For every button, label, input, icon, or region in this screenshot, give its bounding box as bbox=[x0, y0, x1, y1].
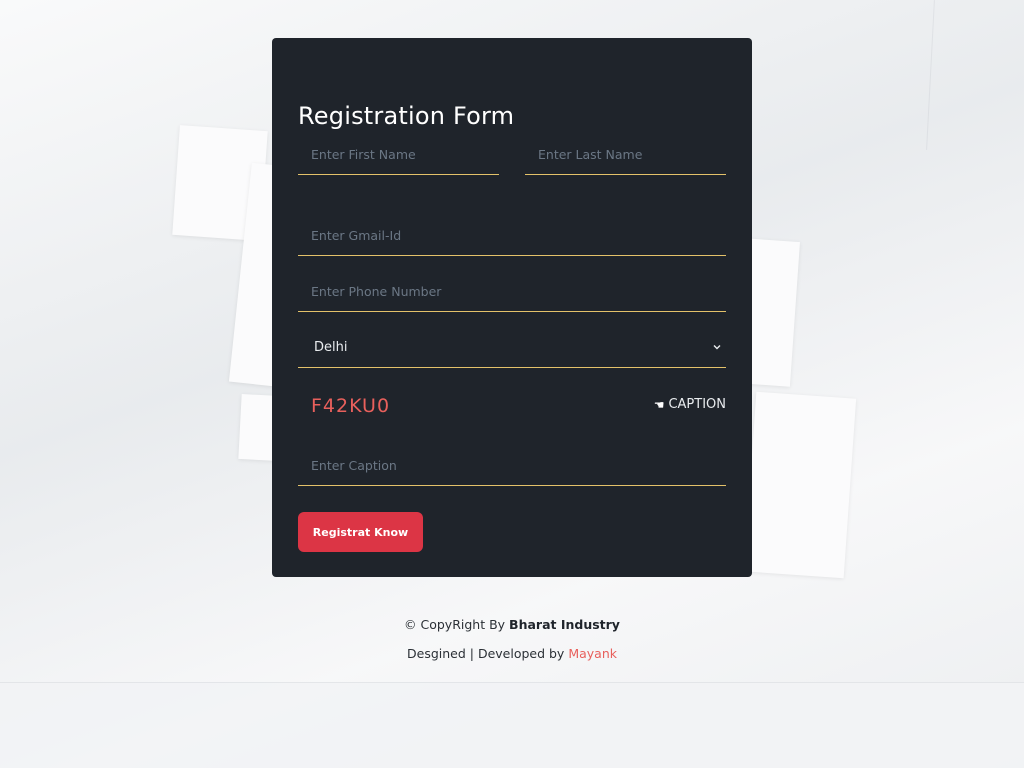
refresh-captcha-label: CAPTION bbox=[668, 397, 726, 412]
city-select-value: Delhi bbox=[314, 340, 348, 355]
first-name-input[interactable] bbox=[298, 135, 499, 174]
form-title: Registration Form bbox=[298, 102, 515, 130]
city-select[interactable]: Delhi bbox=[298, 328, 726, 368]
refresh-captcha-button[interactable]: ☚ CAPTION bbox=[654, 397, 726, 412]
email-field bbox=[298, 216, 726, 256]
email-input[interactable] bbox=[298, 216, 726, 255]
credit-line: Desgined | Developed by Mayank bbox=[0, 643, 1024, 665]
captcha-code: F42KU0 bbox=[311, 395, 391, 417]
phone-field bbox=[298, 272, 726, 312]
first-name-field bbox=[298, 135, 499, 175]
divider bbox=[926, 0, 935, 150]
chevron-down-icon bbox=[713, 345, 721, 350]
copyright-prefix: © CopyRight By bbox=[404, 617, 506, 632]
registration-card: Registration Form Delhi F42KU0 ☚ CAPTION… bbox=[272, 38, 752, 577]
copyright-line: © CopyRight By Bharat Industry bbox=[0, 614, 1024, 636]
company-name: Bharat Industry bbox=[509, 617, 620, 632]
register-button[interactable]: Registrat Know bbox=[298, 512, 423, 552]
phone-input[interactable] bbox=[298, 272, 726, 311]
floor-band bbox=[0, 682, 1024, 768]
last-name-input[interactable] bbox=[525, 135, 726, 174]
developer-link[interactable]: Mayank bbox=[568, 646, 617, 661]
paper-sheet bbox=[743, 391, 857, 579]
divider bbox=[0, 682, 1024, 683]
credit-prefix: Desgined | Developed by bbox=[407, 646, 565, 661]
caption-input[interactable] bbox=[298, 446, 726, 485]
footer: © CopyRight By Bharat Industry Desgined … bbox=[0, 614, 1024, 665]
caption-field bbox=[298, 446, 726, 486]
pointing-hand-icon: ☚ bbox=[653, 397, 665, 412]
last-name-field bbox=[525, 135, 726, 175]
